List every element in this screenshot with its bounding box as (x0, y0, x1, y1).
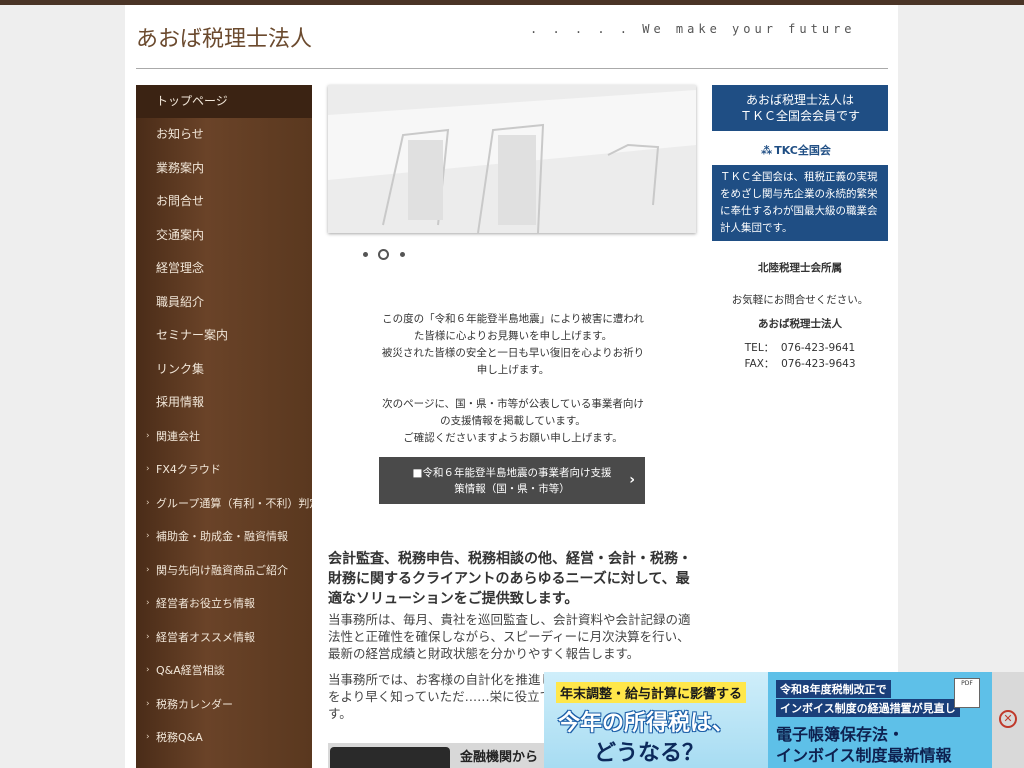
header-divider (136, 68, 888, 69)
tkc-logo-text: TKC全国会 (774, 144, 831, 157)
nav-subitem-qa-consult[interactable]: › Q&A経営相談 (136, 654, 312, 687)
chevron-right-icon: › (146, 598, 150, 608)
tkc-description: ＴＫＣ全国会は、租税正義の実現をめざし関与先企業の永続的繁栄に奉仕するわが国最大… (712, 165, 888, 241)
nav-item-staff[interactable]: 職員紹介 (136, 286, 312, 319)
document-icon: PDF (954, 678, 980, 708)
nav-subitem-loans[interactable]: › 関与先向け融資商品ご紹介 (136, 554, 312, 587)
nav-subitem-label: 税務Q&A (156, 731, 203, 744)
chevron-right-icon: › (146, 498, 150, 508)
bottom-ad-banner[interactable]: 年末調整・給与計算に影響する 今年の所得税は、 どうなる？ 令和8年度税制改正で… (544, 672, 1024, 768)
nav-item-contact[interactable]: お問合せ (136, 185, 312, 218)
ad-line: インボイス制度の経過措置が見直し (776, 699, 960, 717)
nav-item-news[interactable]: お知らせ (136, 118, 312, 151)
notice-text: この度の「令和６年能登半島地震」により被害に遭われた皆様に心よりお見舞いを申し上… (382, 313, 644, 342)
nav-item-seminar[interactable]: セミナー案内 (136, 319, 312, 352)
ad-invoice[interactable]: 令和8年度税制改正で インボイス制度の経過措置が見直し 電子帳簿保存法・ インボ… (768, 672, 992, 768)
nav-subitem-fx4-cloud[interactable]: › FX4クラウド (136, 453, 312, 486)
pager-dot[interactable] (363, 252, 368, 257)
nav-item-access[interactable]: 交通案内 (136, 219, 312, 252)
person-photo (330, 747, 450, 768)
nav-subitem-tax-qa[interactable]: › 税務Q&A (136, 721, 312, 754)
ad-income-tax[interactable]: 年末調整・給与計算に影響する 今年の所得税は、 どうなる？ (544, 672, 768, 768)
earthquake-support-button[interactable]: ■令和６年能登半島地震の事業者向け支援策情報（国・県・市等） › (379, 457, 645, 504)
nav-subitem-recommend[interactable]: › 経営者オススメ情報 (136, 621, 312, 654)
pager-dot-active[interactable] (378, 249, 389, 260)
nav-subitem-label: FX4クラウド (156, 463, 221, 476)
chevron-right-icon: › (146, 699, 150, 709)
ad-line: 令和8年度税制改正で (776, 680, 891, 698)
notice-text: 被災された皆様の安全と一日も早い復旧を心よりお祈り申し上げます。 (381, 347, 645, 376)
nav-subitem-label: Q&A経営相談 (156, 664, 225, 677)
affiliation-text: 北陸税理士会所属 (758, 262, 842, 274)
nav-subitem-label: 関連会社 (156, 430, 200, 443)
fax-number: FAX： 076-423-9643 (744, 358, 856, 370)
nav-item-services[interactable]: 業務案内 (136, 152, 312, 185)
tkc-logo-icon: ⁂ (761, 144, 773, 157)
nav-subitem-label: 税務カレンダー (156, 698, 233, 711)
firm-name: あおば税理士法人 (758, 318, 842, 330)
nav-subitem-label: 経営者お役立ち情報 (156, 597, 255, 610)
tkc-member-box[interactable]: あおば税理士法人は ＴＫＣ全国会会員です (712, 85, 888, 131)
finance-banner-text: 金融機関から (460, 750, 539, 765)
office-chairs-image (328, 85, 696, 233)
nav-subitem-subsidies[interactable]: › 補助金・助成金・融資情報 (136, 520, 312, 553)
page-container: あおば税理士法人 . . . . . We make your future ト… (125, 5, 898, 768)
notice-text: ご確認くださいますようお願い申し上げます。 (403, 432, 623, 444)
chevron-right-icon: › (146, 531, 150, 541)
intro-paragraph: 当事務所は、毎月、貴社を巡回監査し、会計資料や会計記録の適法性と正確性を確保しな… (328, 612, 691, 661)
pager-dot[interactable] (400, 252, 405, 257)
chevron-right-icon: › (146, 665, 150, 675)
nav-subitem-tax-calendar[interactable]: › 税務カレンダー (136, 688, 312, 721)
nav-subitem-useful-info[interactable]: › 経営者お役立ち情報 (136, 587, 312, 620)
chevron-right-icon: › (629, 472, 635, 488)
close-icon[interactable]: ✕ (999, 710, 1017, 728)
tel-number: TEL： 076-423-9641 (744, 342, 856, 354)
site-title[interactable]: あおば税理士法人 (136, 21, 312, 53)
nav-subitem-label: 経営者オススメ情報 (156, 631, 255, 644)
notice-text: 次のページに、国・県・市等が公表している事業者向けの支援情報を掲載しています。 (382, 398, 644, 427)
earthquake-notice: この度の「令和６年能登半島地震」により被害に遭われた皆様に心よりお見舞いを申し上… (378, 311, 648, 447)
nav-subitem-label: 補助金・助成金・融資情報 (156, 530, 288, 543)
ad-close-area: ✕ (992, 672, 1024, 768)
contact-lead: お気軽にお問合せください。 (731, 294, 869, 306)
nav-item-recruit[interactable]: 採用情報 (136, 386, 312, 419)
nav-item-top[interactable]: トップページ (136, 85, 312, 118)
ad-headline: 年末調整・給与計算に影響する (556, 682, 747, 703)
support-button-label: ■令和６年能登半島地震の事業者向け支援策情報（国・県・市等） (412, 467, 612, 495)
tkc-logo[interactable]: ⁂ TKC全国会 (761, 142, 851, 158)
chevron-right-icon: › (146, 632, 150, 642)
intro-heading: 会計監査、税務申告、税務相談の他、経営・会計・税務・財務に関するクライアントのあ… (328, 551, 692, 607)
tkc-member-text: あおば税理士法人は ＴＫＣ全国会会員です (739, 93, 860, 123)
sidebar-nav: トップページ お知らせ 業務案内 お問合せ 交通案内 経営理念 職員紹介 セミナ… (136, 85, 312, 768)
finance-banner[interactable]: 金融機関から (328, 743, 578, 768)
ad-subtitle: どうなる？ (594, 741, 705, 766)
tagline: . . . . . We make your future (530, 22, 856, 36)
hero-slideshow[interactable] (328, 85, 696, 233)
nav-subitem-label: 関与先向け融資商品ご紹介 (156, 564, 288, 577)
slideshow-pager (360, 248, 410, 262)
chevron-right-icon: › (146, 732, 150, 742)
chevron-right-icon: › (146, 431, 150, 441)
nav-subitem-group-tax[interactable]: › グループ通算（有利・不利）判定 (136, 487, 312, 520)
nav-subitem-label: グループ通算（有利・不利）判定 (156, 497, 312, 510)
ad-title: 今年の所得税は、 (558, 711, 735, 736)
chevron-right-icon: › (146, 464, 150, 474)
chevron-right-icon: › (146, 565, 150, 575)
nav-item-links[interactable]: リンク集 (136, 353, 312, 386)
ad-title: インボイス制度最新情報 (776, 746, 952, 765)
nav-item-philosophy[interactable]: 経営理念 (136, 252, 312, 285)
nav-subitem-affiliates[interactable]: › 関連会社 (136, 420, 312, 453)
